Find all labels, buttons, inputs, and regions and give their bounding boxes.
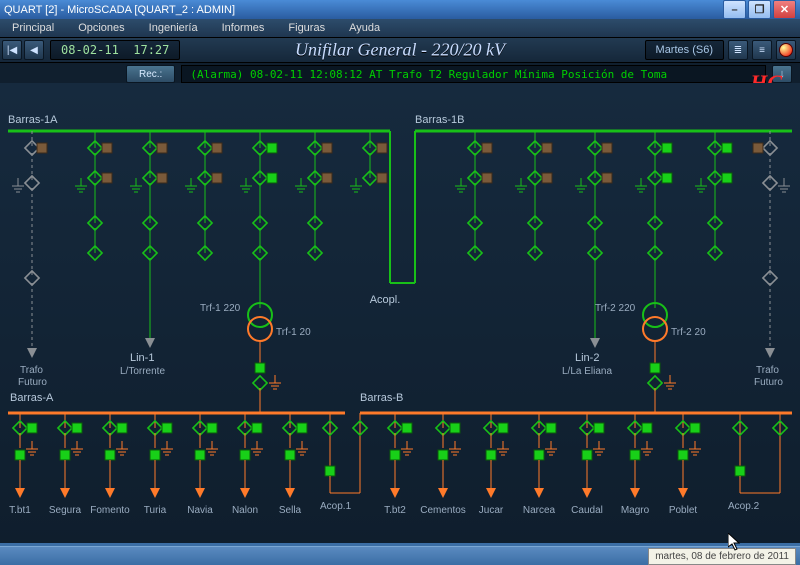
feeder-label: Narcea [523,505,556,516]
feeder-b-t.bt2[interactable]: T.bt2 [384,413,413,516]
label-lin1: Lin-1 [130,352,154,364]
window-title: QUART [2] - MicroSCADA [QUART_2 : ADMIN] [4,4,235,16]
date-box[interactable]: 08-02-11 17:27 [50,40,180,60]
menu-principal[interactable]: Principal [0,22,66,34]
minimize-button[interactable]: – [723,0,746,19]
label-trf2-220: Trf-2 220 [595,303,636,314]
feeder-b-magro[interactable]: Magro [621,413,653,516]
tray-date: martes, 08 de febrero de 2011 [648,548,796,565]
feeder-label: Magro [621,505,650,516]
feeder-label: Caudal [571,505,603,516]
alarm-text: (Alarma) 08-02-11 12:08:12 AT Trafo T2 R… [181,65,766,83]
scada-canvas[interactable]: Barras-1A Barras-1B Trafo Futuro [0,83,800,543]
day-indicator: Martes (S6) [645,40,724,60]
bay-trafo-futuro-left[interactable]: Trafo Futuro [12,131,47,388]
label-barras-1b: Barras-1B [415,114,465,126]
status-bar: martes, 08 de febrero de 2011 [0,546,800,565]
label-trf2-20: Trf-2 20 [671,327,706,338]
label-trafo-futuro-l1: Trafo [20,365,43,376]
alarm-bar: Rec.: (Alarma) 08-02-11 12:08:12 AT Traf… [0,63,800,85]
maximize-button[interactable]: ❐ [748,0,771,19]
nav-prev-button[interactable]: ◀ [24,40,44,60]
feeder-b-narcea[interactable]: Narcea [523,413,557,516]
line-lin1[interactable]: Lin-1 L/Torrente [120,258,165,377]
feeder-label: Navia [187,505,213,516]
feeder-a-nalon[interactable]: Nalon [232,413,263,516]
coupler-220[interactable]: Acopl. [370,131,415,306]
feeder-a-fomento[interactable]: Fomento [90,413,130,516]
feeders: T.bt1 Segura Fomento Turia Navia Nalon Sella T.… [9,413,701,516]
feeder-label: T.bt2 [384,505,406,516]
feeder-label: T.bt1 [9,505,31,516]
toolbar: |◀ ◀ 08-02-11 17:27 Unifilar General - 2… [0,38,800,63]
nav-first-button[interactable]: |◀ [2,40,22,60]
label-lin2b: L/La Eliana [562,366,612,377]
feeder-label: Sella [279,505,302,516]
feeder-label: Turia [144,505,167,516]
label-barras-a: Barras-A [10,392,54,404]
feeder-b-poblet[interactable]: Poblet [669,413,701,516]
time-value: 17:27 [133,43,169,57]
label-barras-1a: Barras-1A [8,114,58,126]
line-lin2[interactable]: Lin-2 L/La Eliana [562,258,612,377]
feeder-a-segura[interactable]: Segura [49,413,83,516]
menu-opciones[interactable]: Opciones [66,22,136,34]
label-acopl: Acopl. [370,294,401,306]
bays-1b [455,131,732,260]
menu-figuras[interactable]: Figuras [276,22,337,34]
label-acop1: Acop.1 [320,501,352,512]
menu-ingenieria[interactable]: Ingeniería [137,22,210,34]
feeder-label: Segura [49,505,82,516]
label-barras-b: Barras-B [360,392,403,404]
label-acop2: Acop.2 [728,501,760,512]
acop2[interactable]: Acop.2 [728,413,787,512]
rec-button[interactable]: Rec.: [126,65,175,83]
feeder-label: Fomento [90,505,130,516]
label-trafo-futuro-l2: Futuro [18,377,47,388]
record-button[interactable] [776,40,796,60]
feeder-a-t.bt1[interactable]: T.bt1 [9,413,38,516]
menu-informes[interactable]: Informes [210,22,277,34]
feeder-a-turia[interactable]: Turia [144,413,173,516]
label-trafo-futuro-r2: Futuro [754,377,783,388]
transformer-trf2[interactable]: Trf-2 220 Trf-2 20 [595,258,706,413]
label-trafo-futuro-r1: Trafo [756,365,779,376]
feeder-b-cementos[interactable]: Cementos [420,413,466,516]
feeder-a-sella[interactable]: Sella [279,413,308,516]
label-lin2: Lin-2 [575,352,599,364]
bays-1a [75,131,387,260]
label-lin1b: L/Torrente [120,366,165,377]
record-dot-icon [779,43,793,57]
menu-ayuda[interactable]: Ayuda [337,22,392,34]
feeder-a-navia[interactable]: Navia [187,413,218,516]
label-trf1-20: Trf-1 20 [276,327,311,338]
menu-bar: Principal Opciones Ingeniería Informes F… [0,19,800,38]
bay-trafo-futuro-right[interactable]: Trafo Futuro [753,131,790,388]
feeder-label: Nalon [232,505,258,516]
close-button[interactable]: ✕ [773,0,796,19]
feeder-label: Cementos [420,505,466,516]
feeder-b-jucar[interactable]: Jucar [479,413,509,516]
feeder-b-caudal[interactable]: Caudal [571,413,605,516]
grid-view-button[interactable]: ≡ [752,40,772,60]
feeder-label: Poblet [669,505,698,516]
window-titlebar[interactable]: QUART [2] - MicroSCADA [QUART_2 : ADMIN]… [0,0,800,19]
date-value: 08-02-11 [61,43,119,57]
label-trf1-220: Trf-1 220 [200,303,241,314]
page-title: Unifilar General - 220/20 kV [295,40,505,61]
transformer-trf1[interactable]: Trf-1 220 Trf-1 20 [200,258,311,413]
feeder-label: Jucar [479,505,504,516]
list-view-button[interactable]: ≣ [728,40,748,60]
acop1[interactable]: Acop.1 [320,413,367,512]
